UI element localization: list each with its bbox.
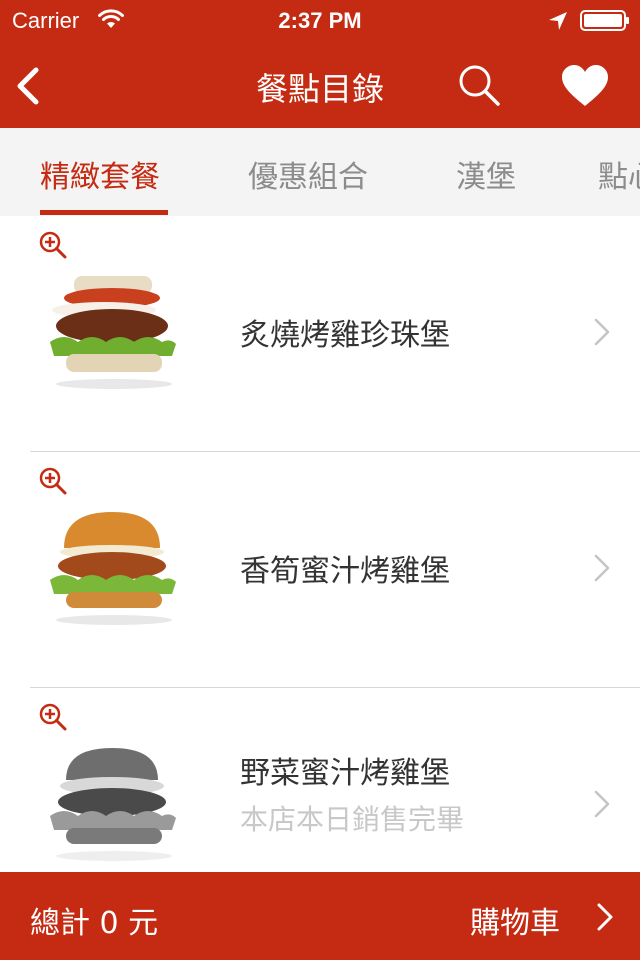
category-tabs: 精緻套餐 優惠組合 漢堡 點心 — [0, 128, 640, 216]
chevron-right-icon — [594, 790, 610, 818]
chevron-right-icon — [597, 903, 613, 931]
menu-item[interactable]: 野菜蜜汁烤雞堡 本店本日銷售完畢 — [0, 688, 640, 872]
bottom-bar: 總計 0 元 購物車 — [0, 872, 640, 960]
burger-image — [50, 748, 176, 861]
search-icon[interactable] — [456, 62, 502, 108]
location-icon — [549, 12, 567, 30]
zoom-in-icon[interactable] — [38, 230, 68, 260]
chevron-right-icon — [594, 554, 610, 582]
status-time: 2:37 PM — [278, 8, 362, 33]
product-name: 香筍蜜汁烤雞堡 — [240, 554, 450, 589]
tab-combo-deals[interactable]: 優惠組合 — [248, 152, 368, 196]
tab-snacks[interactable]: 點心 — [598, 152, 640, 196]
menu-item[interactable]: 香筍蜜汁烤雞堡 — [0, 452, 640, 688]
heart-icon[interactable] — [560, 64, 610, 108]
tab-burgers[interactable]: 漢堡 — [456, 152, 516, 196]
zoom-in-icon[interactable] — [38, 466, 68, 496]
burger-image — [50, 512, 176, 625]
sold-out-label: 本店本日銷售完畢 — [240, 803, 465, 836]
page-title: 餐點目錄 — [255, 70, 384, 108]
menu-item[interactable]: 炙燒烤雞珍珠堡 — [0, 216, 640, 452]
zoom-in-icon[interactable] — [38, 702, 68, 732]
cart-label: 購物車 — [470, 906, 560, 941]
status-bar: Carrier 2:37 PM — [0, 0, 640, 40]
product-name: 炙燒烤雞珍珠堡 — [240, 318, 450, 353]
battery-icon — [580, 10, 629, 31]
active-tab-indicator — [40, 210, 168, 215]
chevron-right-icon — [594, 318, 610, 346]
cart-button[interactable]: 購物車 — [460, 872, 640, 960]
product-name: 野菜蜜汁烤雞堡 — [240, 756, 450, 791]
burger-image — [50, 276, 176, 389]
tab-set-meals[interactable]: 精緻套餐 — [40, 152, 160, 196]
order-total: 總計 0 元 — [30, 906, 159, 941]
top-bar: Carrier 2:37 PM 餐點目錄 — [0, 0, 640, 128]
navigation-bar: 餐點目錄 — [0, 40, 640, 128]
menu-list: 炙燒烤雞珍珠堡 香筍蜜汁烤雞堡 野菜蜜汁烤雞堡 本店本日銷售完畢 — [0, 216, 640, 872]
